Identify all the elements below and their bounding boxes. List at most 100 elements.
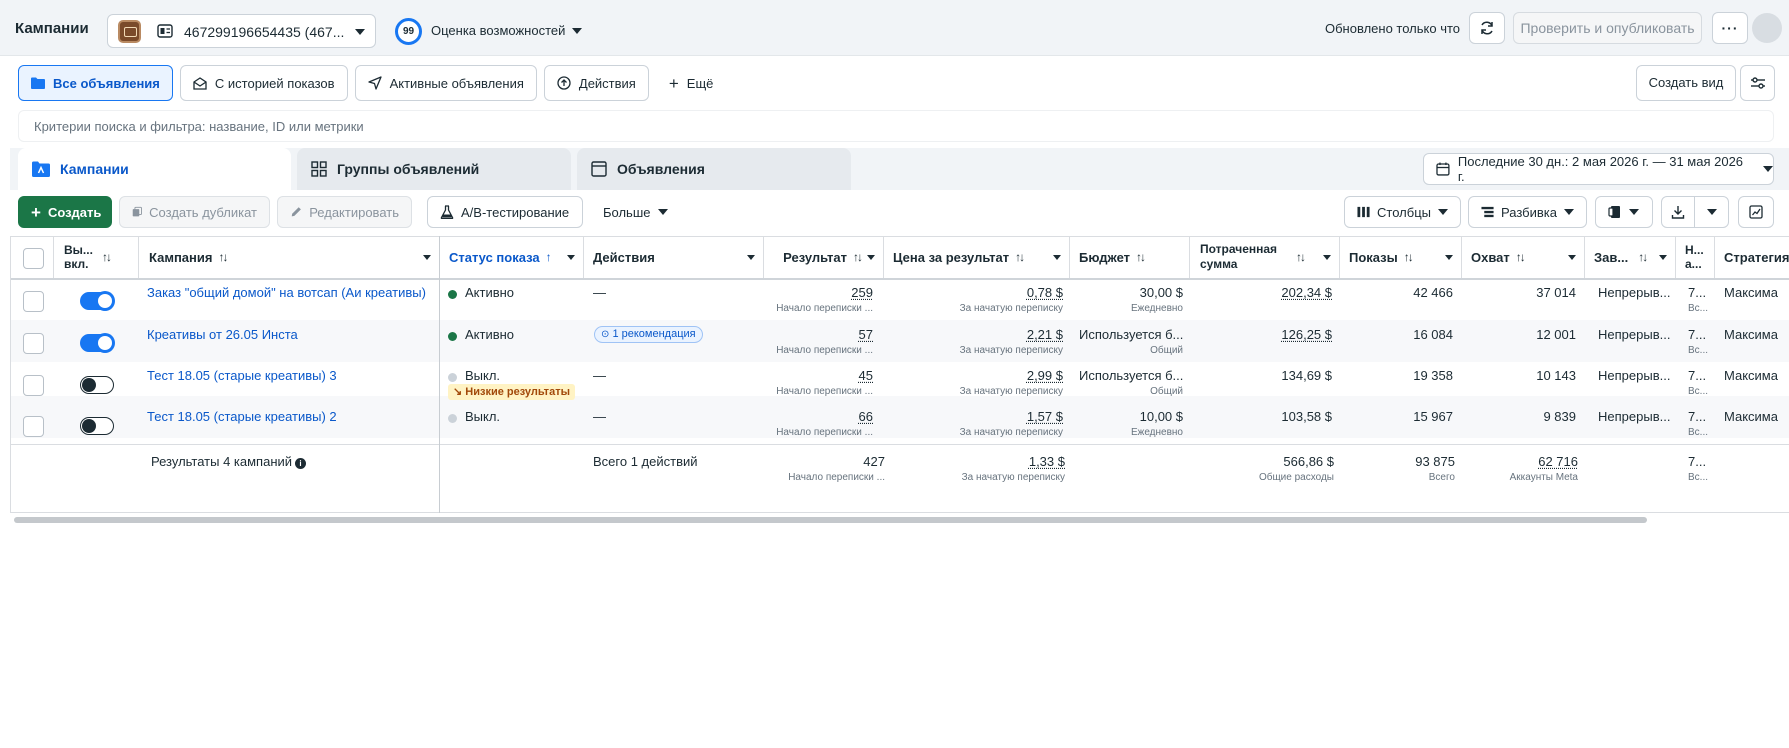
create-button[interactable]: + Создать — [18, 196, 112, 228]
tab-campaigns[interactable]: Кампании — [18, 148, 291, 190]
trend-down-icon: ↘ — [453, 386, 463, 398]
chevron-down-icon — [1629, 209, 1639, 215]
column-header-strategy[interactable]: Стратегия — [1724, 236, 1789, 278]
budget-subtext: Ежедневно — [1130, 427, 1183, 438]
totals-result: 427 — [863, 454, 885, 469]
sort-icon: ↑↓ — [218, 250, 228, 264]
avatar[interactable] — [1752, 13, 1782, 43]
chevron-down-icon — [657, 209, 668, 215]
edit-button[interactable]: Редактировать — [277, 196, 412, 228]
spent-value[interactable]: 126,25 $ — [1189, 327, 1332, 342]
chevron-down-icon — [1438, 209, 1448, 215]
result-value[interactable]: 259 — [763, 285, 873, 300]
date-range-picker[interactable]: Последние 30 дн.: 2 мая 2026 г. — 31 мая… — [1423, 153, 1774, 185]
filter-more[interactable]: + Ещё — [656, 65, 727, 101]
column-header-toggle[interactable]: Вы... вкл. ↑↓ — [64, 236, 138, 278]
tab-ads[interactable]: Объявления — [577, 148, 851, 190]
view-settings-button[interactable] — [1740, 65, 1775, 101]
status-text: Активно — [465, 285, 515, 300]
flask-icon — [440, 205, 454, 219]
tab-ad-sets[interactable]: Группы объявлений — [297, 148, 571, 190]
more-actions-button[interactable]: Больше — [590, 196, 676, 228]
export-options-button[interactable] — [1694, 196, 1729, 228]
end-value: Непрерыв... — [1598, 327, 1671, 342]
column-header-reach[interactable]: Охват ↑↓ — [1471, 236, 1584, 278]
attribution-subtext: Вс... — [1688, 386, 1709, 397]
recommendation-badge[interactable]: ⊙ 1 рекомендация — [594, 326, 703, 343]
filter-all-ads-label: Все объявления — [53, 75, 160, 91]
campaign-name-link[interactable]: Тест 18.05 (старые креативы) 3 — [147, 368, 432, 383]
campaign-toggle[interactable] — [80, 334, 114, 352]
opportunity-score-badge[interactable]: 99 — [395, 18, 422, 45]
result-value[interactable]: 57 — [763, 327, 873, 342]
campaign-folder-icon — [32, 161, 50, 177]
column-header-spent-label: Потраченная сумма — [1200, 242, 1278, 271]
column-header-toggle-label: Вы... вкл. — [64, 243, 93, 271]
export-button[interactable] — [1661, 196, 1695, 228]
filter-with-history[interactable]: С историей показов — [179, 65, 348, 101]
more-options-button[interactable]: ··· — [1712, 12, 1748, 44]
cost-value[interactable]: 0,78 $ — [883, 285, 1063, 300]
sort-icon: ↑↓ — [102, 250, 112, 264]
column-header-impressions[interactable]: Показы ↑↓ — [1349, 236, 1461, 278]
totals-reach[interactable]: 62 716 — [1461, 454, 1578, 469]
filter-all-ads[interactable]: Все объявления — [18, 65, 173, 101]
campaign-name-link[interactable]: Заказ "общий домой" на вотсап (Аи креати… — [147, 285, 432, 300]
chevron-down-icon[interactable] — [572, 28, 582, 34]
low-results-badge[interactable]: ↘ Низкие результаты — [448, 384, 575, 400]
column-header-status[interactable]: Статус показа ↑ — [449, 236, 583, 278]
campaign-toggle[interactable] — [80, 292, 114, 310]
campaign-name-link[interactable]: Тест 18.05 (старые креативы) 2 — [147, 409, 432, 424]
charts-button[interactable] — [1738, 196, 1774, 228]
column-header-attribution[interactable]: Н... а... — [1685, 236, 1714, 278]
column-header-strategy-label: Стратегия — [1724, 249, 1789, 265]
campaign-toggle[interactable] — [80, 417, 114, 435]
campaign-toggle[interactable] — [80, 376, 114, 394]
refresh-button[interactable] — [1469, 12, 1505, 44]
plus-icon: + — [31, 202, 41, 222]
strategy-value: Максима — [1724, 409, 1778, 424]
spent-value[interactable]: 202,34 $ — [1189, 285, 1332, 300]
chevron-down-icon — [1445, 255, 1453, 260]
actions-text: — — [593, 409, 606, 424]
budget-value: Используется б... — [1079, 327, 1183, 342]
columns-button[interactable]: Столбцы — [1344, 196, 1461, 228]
duplicate-button[interactable]: Создать дубликат — [119, 196, 270, 228]
result-value[interactable]: 66 — [763, 409, 873, 424]
row-checkbox[interactable] — [23, 291, 44, 312]
column-header-result[interactable]: Результат ↑↓ — [763, 236, 883, 278]
column-divider — [53, 236, 54, 278]
row-checkbox[interactable] — [23, 375, 44, 396]
ad-account-selector[interactable]: 467299196654435 (467... — [107, 14, 376, 48]
reports-button[interactable] — [1595, 196, 1653, 228]
horizontal-scrollbar[interactable] — [14, 517, 1647, 523]
create-label: Создать — [47, 204, 102, 220]
select-all-checkbox[interactable] — [23, 248, 44, 269]
column-header-spent[interactable]: Потраченная сумма ↑↓ — [1200, 236, 1339, 278]
row-checkbox[interactable] — [23, 416, 44, 437]
info-icon[interactable]: i — [295, 458, 307, 469]
filter-active-ads[interactable]: Активные объявления — [354, 65, 537, 101]
column-header-actions[interactable]: Действия — [593, 236, 763, 278]
cost-value[interactable]: 2,21 $ — [883, 327, 1063, 342]
filter-actions[interactable]: Действия — [543, 65, 649, 101]
totals-cost[interactable]: 1,33 $ — [883, 454, 1065, 469]
review-publish-button[interactable]: Проверить и опубликовать — [1513, 12, 1702, 44]
campaign-name-link[interactable]: Креативы от 26.05 Инста — [147, 327, 432, 342]
result-value[interactable]: 45 — [763, 368, 873, 383]
cost-value[interactable]: 2,99 $ — [883, 368, 1063, 383]
ad-account-label: 467299196654435 (467... — [184, 24, 345, 40]
cost-value[interactable]: 1,57 $ — [883, 409, 1063, 424]
opportunity-score-label[interactable]: Оценка возможностей — [431, 23, 565, 38]
column-header-end[interactable]: Зав... ↑↓ — [1594, 236, 1675, 278]
column-header-budget[interactable]: Бюджет ↑↓ — [1079, 236, 1189, 278]
search-input[interactable] — [19, 111, 1773, 141]
column-header-cost[interactable]: Цена за результат ↑↓ — [893, 236, 1069, 278]
create-view-button[interactable]: Создать вид — [1636, 65, 1736, 101]
duplicate-icon — [132, 206, 142, 217]
row-checkbox[interactable] — [23, 333, 44, 354]
breakdown-button[interactable]: Разбивка — [1468, 196, 1587, 228]
attribution-value: 7... — [1688, 368, 1707, 383]
ab-test-button[interactable]: A/B-тестирование — [427, 196, 583, 228]
column-header-campaign[interactable]: Кампания ↑↓ — [149, 236, 439, 278]
